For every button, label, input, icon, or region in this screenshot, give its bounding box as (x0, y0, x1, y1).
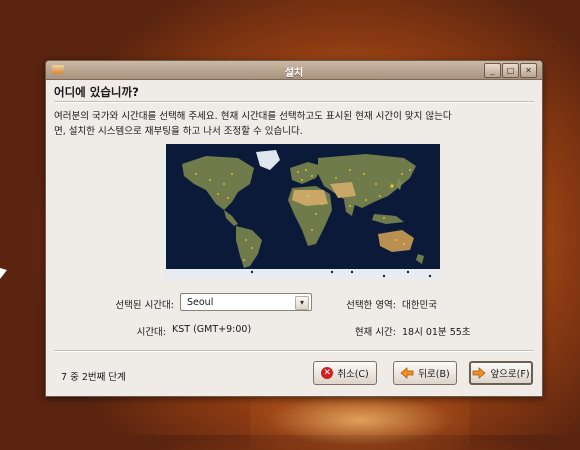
back-button[interactable]: 뒤로(B) (393, 361, 457, 385)
timezone-combobox[interactable]: Seoul ▾ (180, 293, 312, 311)
maximize-button[interactable]: □ (502, 63, 519, 78)
world-map[interactable] (166, 144, 440, 279)
close-button[interactable]: ✕ (520, 63, 537, 78)
current-time-value: 18시 01분 55초 (402, 327, 471, 338)
selected-timezone-label: 선택된 시간대: (115, 300, 174, 311)
back-button-label: 뒤로(B) (418, 369, 450, 380)
divider (54, 101, 534, 103)
world-map-image[interactable] (166, 144, 440, 279)
arrow-right-icon (473, 367, 487, 379)
forward-button[interactable]: 앞으로(F) (469, 361, 533, 385)
timezone-value: KST (GMT+9:00) (172, 324, 252, 335)
minimize-button[interactable]: _ (484, 63, 501, 78)
step-indicator: 7 중 2번째 단계 (61, 372, 126, 383)
stop-icon: ✕ (321, 367, 334, 379)
mouse-pointer-icon (0, 268, 7, 279)
arrow-left-icon (400, 367, 414, 379)
cancel-button[interactable]: ✕ 취소(C) (313, 361, 377, 385)
selected-region-label: 선택한 영역: (346, 300, 396, 311)
current-time-label: 현재 시간: (354, 327, 396, 338)
page-title: 어디에 있습니까? (54, 85, 139, 99)
window-title: 설치 (284, 68, 304, 79)
desktop-wallpaper-swirl (250, 390, 470, 450)
timezone-combobox-value: Seoul (187, 297, 214, 308)
description-line-2: 면, 설치한 시스템으로 재부팅을 하고 나서 조정할 수 있습니다. (54, 126, 303, 137)
description: 여러분의 국가와 시간대를 선택해 주세요. 현재 시간대를 선택하고도 표시된… (54, 109, 534, 139)
forward-button-label: 앞으로(F) (490, 369, 530, 380)
installer-window: 설치 _ □ ✕ 어디에 있습니까? 여러분의 국가와 시간대를 선택해 주세요… (45, 60, 543, 397)
description-line-1: 여러분의 국가와 시간대를 선택해 주세요. 현재 시간대를 선택하고도 표시된… (54, 111, 452, 122)
selected-region-value: 대한민국 (402, 300, 437, 311)
timezone-label: 시간대: (136, 327, 166, 338)
cancel-button-label: 취소(C) (337, 369, 369, 380)
footer-divider (54, 350, 534, 352)
chevron-down-icon[interactable]: ▾ (295, 296, 309, 310)
titlebar[interactable]: 설치 _ □ ✕ (46, 61, 542, 80)
